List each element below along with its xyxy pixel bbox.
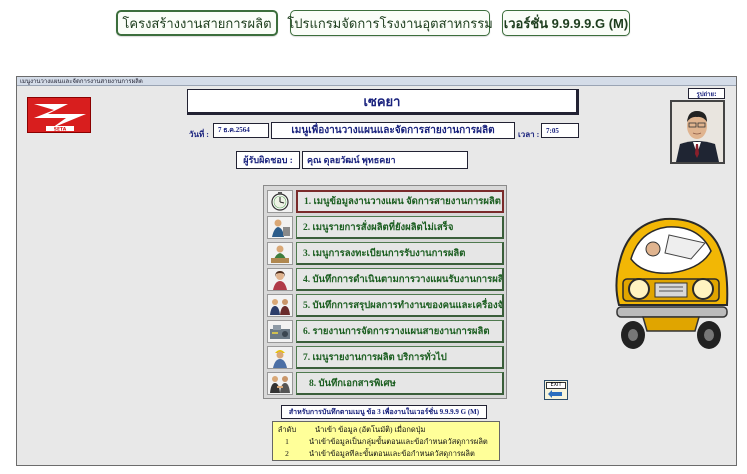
- menu-item-pending-orders[interactable]: 2. เมนูรายการสั่งผลิตที่ยังผลิตไม่เสร็จ: [296, 216, 504, 239]
- table-cell-no: 2: [285, 449, 289, 458]
- responsible-name-field: คุณ ดุลยวัฒน์ พุทธคยา: [302, 151, 468, 169]
- cartoon-car-image: [609, 213, 733, 353]
- yellow-car-icon: [615, 217, 729, 349]
- worker-icon: [267, 216, 293, 239]
- table-header-text: นำเข้า ข้อมูล (อัตโนมัติ) เมื่อกดปุ่ม: [315, 424, 426, 434]
- company-logo: SETA: [27, 97, 91, 133]
- table-row[interactable]: 2 นำเข้าข้อมูลทีละขั้นตอนและข้อกำหนดวัสด…: [273, 448, 499, 459]
- import-table: ลำดับ นำเข้า ข้อมูล (อัตโนมัติ) เมื่อกดป…: [272, 421, 500, 461]
- time-field: 7:05: [541, 123, 579, 138]
- menu-item-production-report[interactable]: 7. เมนูรายงานการผลิต บริการทั่วไป: [296, 346, 504, 369]
- version-note: สำหรับการบันทึกตามเมนู ข้อ 3 เพื่องานในเ…: [281, 405, 487, 419]
- person-photo-icon: [672, 102, 723, 162]
- lightning-logo-icon: SETA: [34, 104, 86, 133]
- exit-button[interactable]: EXIT: [544, 380, 568, 400]
- menu-item-planning-data[interactable]: 1. เมนูข้อมูลงานวางแผน จัดการสายงานการผล…: [296, 190, 504, 213]
- menu-item-plan-execution[interactable]: 4. บันทึกการดำเนินตามการวางแผนรับงานการผ…: [296, 268, 504, 291]
- menu-item-registration[interactable]: 3. เมนูการลงทะเบียนการรับงานการผลิต: [296, 242, 504, 265]
- svg-text:SETA: SETA: [54, 127, 67, 133]
- table-cell-text: นำเข้าข้อมูลเป็นกลุ่มขั้นตอนและข้อกำหนดว…: [309, 436, 488, 446]
- main-form-window: เมนูงานวางแผนและจัดการงานสายงานการผลิต S…: [16, 76, 737, 466]
- table-header-row: ลำดับ นำเข้า ข้อมูล (อัตโนมัติ) เมื่อกดป…: [273, 424, 499, 435]
- engineer-icon: [267, 346, 293, 369]
- time-label: เวลา :: [518, 130, 540, 139]
- version-button[interactable]: เวอร์ชั่น 9.9.9.9.G (M): [502, 10, 630, 36]
- exit-label: EXIT: [546, 382, 566, 389]
- user-photo: [670, 100, 725, 164]
- clock-icon: [267, 190, 293, 213]
- woman-icon: [267, 268, 293, 291]
- table-row[interactable]: 1 นำเข้าข้อมูลเป็นกลุ่มขั้นตอนและข้อกำหน…: [273, 436, 499, 447]
- date-field: 7 ธ.ค.2564: [213, 123, 269, 138]
- menu-item-special-documents[interactable]: 8. บันทึกเอกสารพิเศษ: [296, 372, 504, 395]
- responsible-label: ผู้รับผิดชอบ :: [236, 151, 300, 169]
- photo-label: รูปถ่าย:: [688, 88, 725, 99]
- production-line-button[interactable]: โครงสร้างงานสายการผลิต: [116, 10, 278, 36]
- meeting-icon: [267, 294, 293, 317]
- table-cell-text: นำเข้าข้อมูลทีละขั้นตอนและข้อกำหนดวัสดุก…: [309, 448, 475, 458]
- menu-item-summary-results[interactable]: 5. บันทึกการสรุปผลการทำงานของคนและเครื่อ…: [296, 294, 504, 317]
- clerk-icon: [267, 242, 293, 265]
- handshake-icon: [267, 372, 293, 395]
- exit-arrow-icon: [548, 390, 562, 398]
- menu-item-planning-report[interactable]: 6. รายงานการจัดการวางแผนสายงานการผลิต: [296, 320, 504, 343]
- table-header-no: ลำดับ: [277, 424, 297, 434]
- menu-panel: 1. เมนูข้อมูลงานวางแผน จัดการสายงานการผล…: [263, 185, 507, 399]
- program-name-button[interactable]: โปรแกรมจัดการโรงงานอุตสาหกรรม: [287, 10, 493, 36]
- window-title: เมนูงานวางแผนและจัดการงานสายงานการผลิต: [17, 77, 736, 86]
- company-name: เซคยา: [187, 89, 579, 115]
- date-label: วันที่ :: [189, 130, 209, 139]
- menu-heading: เมนูเพื่องานวางแผนและจัดการสายงานการผลิต: [271, 122, 515, 139]
- table-cell-no: 1: [285, 437, 289, 446]
- machine-icon: [267, 320, 293, 343]
